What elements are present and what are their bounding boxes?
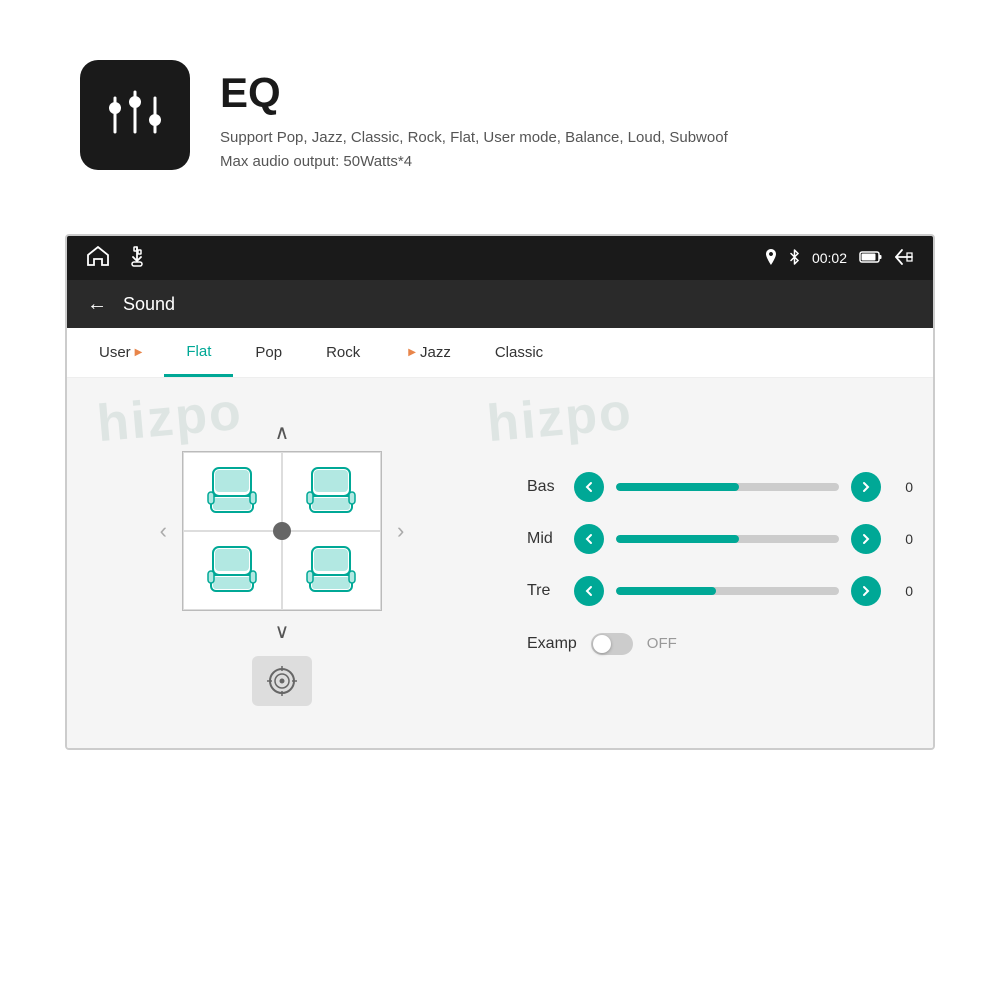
seat-rear-left-icon	[205, 541, 260, 601]
bas-slider-fill	[616, 483, 739, 491]
back-nav-icon[interactable]	[895, 249, 913, 268]
location-icon	[765, 249, 777, 268]
balance-center-dot[interactable]	[273, 522, 291, 540]
tab-user[interactable]: User ▶	[77, 328, 164, 377]
seat-container: ‹	[155, 451, 410, 611]
tab-bar: User ▶ Flat Pop Rock ▶ Jazz Classic	[67, 328, 933, 378]
home-icon[interactable]	[87, 246, 109, 271]
status-bar: 00:02	[67, 236, 933, 280]
nav-back-button[interactable]: ←	[87, 293, 107, 316]
bas-increase-button[interactable]	[851, 472, 881, 502]
examp-row: Examp OFF	[527, 633, 913, 655]
target-icon	[266, 665, 298, 697]
examp-toggle[interactable]	[591, 633, 633, 655]
mid-slider-fill	[616, 535, 739, 543]
target-button[interactable]	[252, 656, 312, 706]
tre-value: 0	[893, 583, 913, 599]
tab-flat[interactable]: Flat	[164, 328, 233, 377]
seat-grid	[182, 451, 382, 611]
examp-state: OFF	[647, 635, 677, 652]
toggle-knob	[593, 635, 611, 653]
mid-decrease-button[interactable]	[574, 524, 604, 554]
tre-slider[interactable]	[616, 587, 839, 595]
chevron-left-icon	[583, 585, 595, 597]
chevron-right-icon	[860, 585, 872, 597]
chevron-left-icon	[583, 533, 595, 545]
seat-rear-right-icon	[304, 541, 359, 601]
bas-row: Bas 0	[527, 472, 913, 502]
left-panel: ∧ ‹	[67, 378, 497, 748]
chevron-right-icon	[860, 533, 872, 545]
bas-slider[interactable]	[616, 483, 839, 491]
eq-title: EQ	[220, 70, 728, 116]
main-content: hizpo hizpo ∧ ‹	[67, 378, 933, 748]
seat-front-left[interactable]	[183, 452, 282, 531]
tab-pop[interactable]: Pop	[233, 328, 304, 377]
eq-icon-box	[80, 60, 190, 170]
tab-classic[interactable]: Classic	[473, 328, 565, 377]
chevron-right-icon	[860, 481, 872, 493]
seat-rear-left[interactable]	[183, 531, 282, 610]
nav-title: Sound	[123, 294, 175, 315]
bas-value: 0	[893, 479, 913, 495]
chevron-up-button[interactable]: ∧	[275, 420, 290, 445]
battery-icon	[859, 250, 883, 267]
bas-decrease-button[interactable]	[574, 472, 604, 502]
clock: 00:02	[812, 250, 847, 266]
tab-jazz[interactable]: ▶ Jazz	[382, 328, 473, 377]
eq-desc-line1: Support Pop, Jazz, Classic, Rock, Flat, …	[220, 126, 728, 150]
seat-front-left-icon	[205, 462, 260, 522]
mid-slider[interactable]	[616, 535, 839, 543]
device-screen: 00:02 ← Sound	[65, 234, 935, 750]
seat-rear-right[interactable]	[282, 531, 381, 610]
tre-decrease-button[interactable]	[574, 576, 604, 606]
status-bar-left	[87, 245, 145, 272]
tab-user-arrow: ▶	[135, 347, 143, 358]
seat-right-arrow[interactable]: ›	[392, 518, 409, 544]
eq-desc-line2: Max audio output: 50Watts*4	[220, 150, 728, 174]
chevron-down-button[interactable]: ∨	[275, 619, 290, 644]
examp-label: Examp	[527, 635, 577, 653]
mid-value: 0	[893, 531, 913, 547]
mid-label: Mid	[527, 530, 562, 548]
tre-slider-fill	[616, 587, 716, 595]
eq-sliders-icon	[100, 80, 170, 150]
tre-increase-button[interactable]	[851, 576, 881, 606]
tre-row: Tre 0	[527, 576, 913, 606]
right-panel: Bas 0 Mid	[497, 378, 933, 748]
mid-increase-button[interactable]	[851, 524, 881, 554]
bas-label: Bas	[527, 478, 562, 496]
top-section: EQ Support Pop, Jazz, Classic, Rock, Fla…	[0, 0, 1000, 214]
seat-left-arrow[interactable]: ‹	[155, 518, 172, 544]
tab-jazz-arrow: ▶	[408, 347, 416, 358]
eq-info: EQ Support Pop, Jazz, Classic, Rock, Fla…	[220, 60, 728, 174]
chevron-left-icon	[583, 481, 595, 493]
nav-bar: ← Sound	[67, 280, 933, 328]
seat-front-right[interactable]	[282, 452, 381, 531]
tab-rock[interactable]: Rock	[304, 328, 382, 377]
status-bar-right: 00:02	[765, 249, 913, 268]
seat-front-right-icon	[304, 462, 359, 522]
tre-label: Tre	[527, 582, 562, 600]
mid-row: Mid 0	[527, 524, 913, 554]
bluetooth-icon	[789, 249, 800, 268]
usb-icon	[129, 245, 145, 272]
